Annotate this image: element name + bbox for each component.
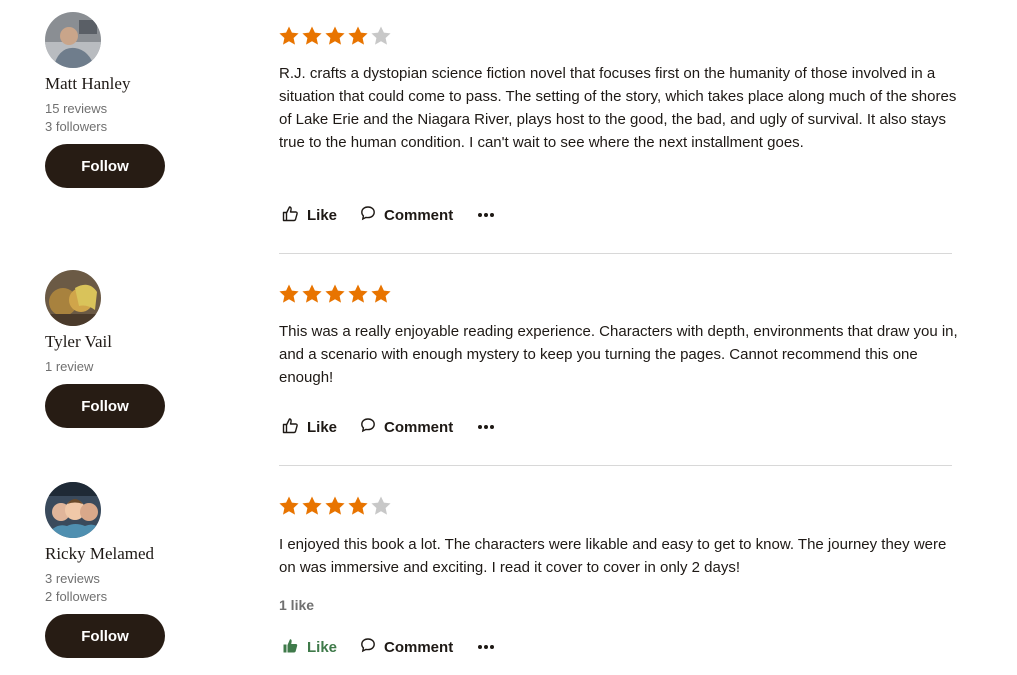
star-rating <box>278 495 392 517</box>
thumbs-up-icon <box>282 205 307 226</box>
follow-button[interactable]: Follow <box>45 384 165 428</box>
comment-button[interactable]: Comment <box>360 205 453 225</box>
like-label: Like <box>307 206 338 224</box>
star-filled-icon <box>302 284 322 303</box>
reviewer-review-count: 3 reviews <box>45 571 100 586</box>
thumbs-up-filled-icon <box>282 637 307 658</box>
comment-label: Comment <box>384 206 454 224</box>
divider <box>279 465 952 466</box>
star-filled-icon <box>371 284 391 303</box>
avatar[interactable] <box>45 482 101 538</box>
comment-label: Comment <box>384 638 454 656</box>
star-filled-icon <box>325 26 345 45</box>
divider <box>279 253 952 254</box>
reviewer-review-count: 1 review <box>45 359 94 374</box>
star-filled-icon <box>325 496 345 515</box>
star-filled-icon <box>279 496 299 515</box>
review-actions: Like Comment <box>282 635 497 659</box>
comment-bubble-icon <box>360 205 384 225</box>
star-filled-icon <box>325 284 345 303</box>
like-button[interactable]: Like <box>282 417 337 438</box>
comment-button[interactable]: Comment <box>360 417 453 437</box>
reviewer-name[interactable]: Matt Hanley <box>45 74 130 94</box>
review-actions: Like Comment <box>282 415 497 439</box>
reviewer-follower-count: 2 followers <box>45 589 108 604</box>
like-label: Like <box>307 638 338 656</box>
star-filled-icon <box>348 496 368 515</box>
star-filled-icon <box>302 496 322 515</box>
thumbs-up-icon <box>282 417 307 438</box>
star-filled-icon <box>279 284 299 303</box>
comment-bubble-icon <box>360 417 384 437</box>
reviewer-follower-count: 3 followers <box>45 119 108 134</box>
star-empty-icon <box>371 496 391 515</box>
likes-count[interactable]: 1 like <box>279 597 314 613</box>
reviewer-name[interactable]: Tyler Vail <box>45 332 112 352</box>
follow-button[interactable]: Follow <box>45 614 165 658</box>
review-actions: Like Comment <box>282 203 497 227</box>
review-text: I enjoyed this book a lot. The character… <box>279 536 947 576</box>
review-text: R.J. crafts a dystopian science fiction … <box>279 65 957 151</box>
star-filled-icon <box>279 26 299 45</box>
star-empty-icon <box>371 26 391 45</box>
comment-button[interactable]: Comment <box>360 637 453 657</box>
like-label: Like <box>307 418 338 436</box>
star-filled-icon <box>348 26 368 45</box>
like-button[interactable]: Like <box>282 205 337 226</box>
reviewer-name[interactable]: Ricky Melamed <box>45 544 154 564</box>
avatar[interactable] <box>45 270 101 326</box>
avatar[interactable] <box>45 12 101 68</box>
star-rating <box>278 25 392 47</box>
like-button[interactable]: Like <box>282 637 337 658</box>
follow-button[interactable]: Follow <box>45 144 165 188</box>
comment-label: Comment <box>384 418 454 436</box>
star-filled-icon <box>348 284 368 303</box>
more-options-icon[interactable] <box>477 417 497 437</box>
reviewer-review-count: 15 reviews <box>45 101 108 116</box>
comment-bubble-icon <box>360 637 384 657</box>
review-text: This was a really enjoyable reading expe… <box>279 323 958 386</box>
star-rating <box>278 283 392 305</box>
more-options-icon[interactable] <box>477 205 497 225</box>
star-filled-icon <box>302 26 322 45</box>
more-options-icon[interactable] <box>477 637 497 657</box>
